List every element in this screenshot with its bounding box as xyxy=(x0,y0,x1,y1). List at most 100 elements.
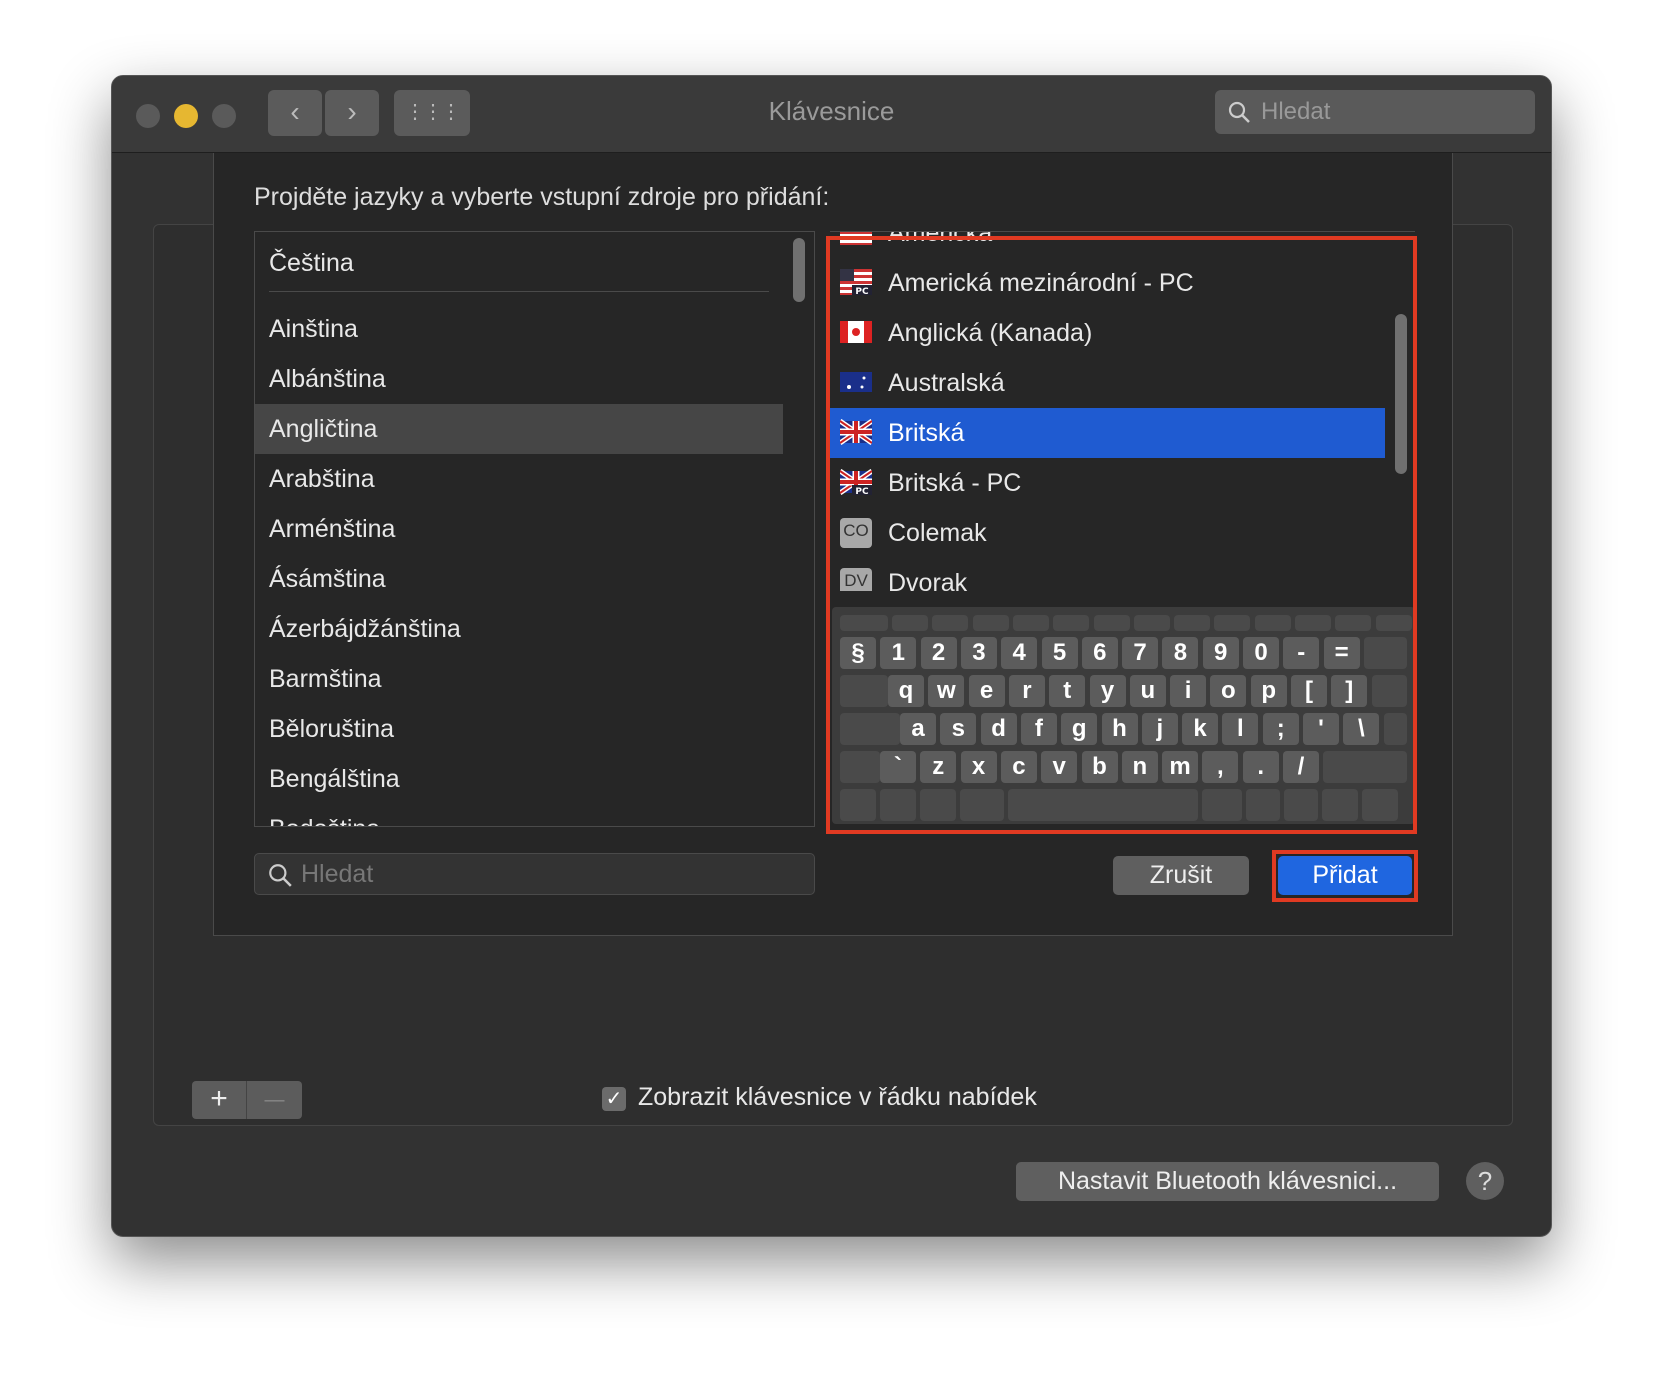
keyboard-key: . xyxy=(1242,751,1279,783)
co-layout-icon: CO xyxy=(840,518,872,548)
keyboard-key: 7 xyxy=(1122,637,1159,669)
language-item[interactable]: Ásámština xyxy=(255,554,783,604)
keyboard-key: j xyxy=(1141,713,1178,745)
language-item[interactable]: Barmština xyxy=(255,654,783,704)
input-source-item[interactable]: PC Britská - PC xyxy=(830,458,1385,508)
keyboard-key: 4 xyxy=(1001,637,1038,669)
function-key xyxy=(892,615,928,631)
bluetooth-keyboard-button[interactable]: Nastavit Bluetooth klávesnici... xyxy=(1016,1162,1439,1201)
keyboard-key: e xyxy=(968,675,1005,707)
us-flag-icon xyxy=(840,232,872,245)
keyboard-key: w xyxy=(928,675,965,707)
input-source-item[interactable]: PC Americká mezinárodní - PC xyxy=(830,258,1385,308)
show-in-menu-label[interactable]: Zobrazit klávesnice v řádku nabídek xyxy=(638,1083,1037,1112)
us-flag-icon: PC xyxy=(840,269,872,295)
input-source-item[interactable]: Anglická (Kanada) xyxy=(830,308,1385,358)
language-item[interactable]: Bengálština xyxy=(255,754,783,804)
input-source-item[interactable]: Britská xyxy=(830,408,1385,458)
keyboard-key: 1 xyxy=(880,637,917,669)
input-source-label: Britská - PC xyxy=(888,469,1022,497)
language-item[interactable]: Bodoština xyxy=(255,804,783,826)
keyboard-key: k xyxy=(1182,713,1219,745)
language-item[interactable]: Arménština xyxy=(255,504,783,554)
keyboard-key: 9 xyxy=(1202,637,1239,669)
keyboard-key: g xyxy=(1061,713,1098,745)
search-icon xyxy=(1228,101,1250,123)
caps-lock-key xyxy=(840,713,900,745)
keyboard-key: i xyxy=(1170,675,1207,707)
keyboard-key: / xyxy=(1283,751,1319,783)
input-source-label: Americká xyxy=(888,231,993,247)
cancel-button[interactable]: Zrušit xyxy=(1113,856,1249,895)
ca-flag-icon xyxy=(840,321,872,343)
toolbar-search-placeholder: Hledat xyxy=(1261,98,1331,125)
keyboard-key: , xyxy=(1202,751,1239,783)
dv-layout-icon: DV xyxy=(840,568,872,591)
keyboard-key: a xyxy=(900,713,936,745)
function-key xyxy=(1375,615,1412,631)
show-in-menu-checkbox[interactable]: ✓ xyxy=(602,1087,626,1111)
keyboard-key: m xyxy=(1162,751,1199,783)
return-key xyxy=(1371,675,1407,707)
modifier-key xyxy=(1246,789,1280,821)
space-key xyxy=(1008,789,1198,821)
keyboard-key: \ xyxy=(1343,713,1380,745)
keyboard-key: q xyxy=(888,675,924,707)
keyboard-key: f xyxy=(1020,713,1057,745)
help-button[interactable]: ? xyxy=(1466,1162,1504,1200)
language-item[interactable]: Ainština xyxy=(255,304,783,354)
add-button[interactable]: Přidat xyxy=(1278,856,1412,895)
language-item[interactable]: Ázerbájdžánština xyxy=(255,604,783,654)
function-key xyxy=(1093,615,1130,631)
keyboard-key: 6 xyxy=(1081,637,1118,669)
input-source-item[interactable]: Australská xyxy=(830,358,1385,408)
keyboard-key: [ xyxy=(1291,675,1327,707)
language-item[interactable]: Arabština xyxy=(255,454,783,504)
source-list-scrollbar[interactable] xyxy=(1395,314,1407,474)
keyboard-key: p xyxy=(1250,675,1287,707)
function-key xyxy=(1295,615,1331,631)
language-item[interactable]: Albánština xyxy=(255,354,783,404)
keyboard-key: x xyxy=(960,751,997,783)
language-item[interactable]: Čeština xyxy=(255,238,783,288)
modifier-key xyxy=(1202,789,1242,821)
function-key xyxy=(1335,615,1372,631)
remove-source-button[interactable]: — xyxy=(247,1081,302,1119)
input-source-label: Colemak xyxy=(888,519,987,547)
gb-flag-icon: PC xyxy=(840,469,872,495)
keyboard-key: 3 xyxy=(960,637,997,669)
language-search-field[interactable]: Hledat xyxy=(254,853,815,895)
keyboard-key: o xyxy=(1210,675,1247,707)
input-source-item[interactable]: DV Dvorak xyxy=(830,558,1385,591)
language-search-placeholder: Hledat xyxy=(301,860,374,888)
keyboard-key: z xyxy=(920,751,957,783)
keyboard-key: d xyxy=(980,713,1017,745)
keyboard-key: b xyxy=(1081,751,1118,783)
input-source-label: Dvorak xyxy=(888,569,968,591)
add-source-button[interactable]: + xyxy=(192,1081,247,1119)
toolbar-search-field[interactable]: Hledat xyxy=(1215,90,1535,134)
language-list-scrollbar[interactable] xyxy=(793,238,805,302)
function-key xyxy=(1133,615,1170,631)
svg-text:PC: PC xyxy=(855,487,869,495)
list-separator xyxy=(269,291,769,292)
add-input-source-sheet: Projděte jazyky a vyberte vstupní zdroje… xyxy=(213,153,1453,936)
language-item[interactable]: Běloruština xyxy=(255,704,783,754)
keyboard-key: u xyxy=(1129,675,1166,707)
language-item[interactable]: Angličtina xyxy=(255,404,783,454)
shift-key xyxy=(1323,751,1407,783)
keyboard-key: = xyxy=(1323,637,1360,669)
function-key xyxy=(932,615,969,631)
input-source-item[interactable]: CO Colemak xyxy=(830,508,1385,558)
keyboard-key: 5 xyxy=(1041,637,1078,669)
au-flag-icon xyxy=(840,372,872,392)
language-list: Čeština Ainština Albánština Angličtina Arabš… xyxy=(254,231,815,827)
keyboard-key: v xyxy=(1041,751,1078,783)
keyboard-preferences-window: ‹ › ⋮⋮⋮ Klávesnice Hledat + — ✓ Zobrazit… xyxy=(111,75,1552,1237)
keyboard-key: s xyxy=(940,713,977,745)
modifier-key xyxy=(840,789,876,821)
input-source-item[interactable]: Americká xyxy=(830,231,1385,258)
search-icon xyxy=(269,864,292,887)
modifier-key xyxy=(880,789,916,821)
keyboard-key: 2 xyxy=(920,637,957,669)
